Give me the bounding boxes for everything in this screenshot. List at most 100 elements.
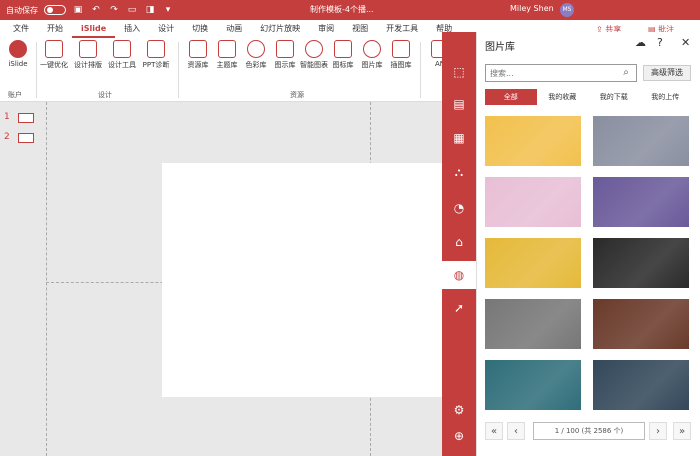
group-label-account: 账户 [8,91,22,99]
slide-number[interactable]: 2 [4,132,10,142]
design-layout-label: 设计排版 [74,61,102,69]
image-library-icon[interactable]: ◍ [442,261,476,289]
group-label-design: 设计 [98,91,112,99]
tab-review[interactable]: 审阅 [309,20,343,38]
illustration-library-label: 插图库 [390,61,412,69]
theme-icon[interactable]: ▤ [451,96,467,112]
islide-account-button[interactable]: iSlide [2,40,34,68]
tab-design[interactable]: 设计 [149,20,183,38]
tab-slideshow[interactable]: 幻灯片放映 [251,20,309,38]
tab-all[interactable]: 全部 [485,89,537,105]
tab-favorites[interactable]: 我的收藏 [537,89,589,105]
image-thumbnail[interactable] [593,360,689,410]
ribbon-separator [178,42,179,98]
first-page-button[interactable]: « [485,422,503,440]
image-thumbnail[interactable] [485,360,581,410]
slide[interactable] [162,163,462,397]
tab-view[interactable]: 视图 [343,20,377,38]
tab-islide[interactable]: iSlide [72,20,116,38]
theme-library-label: 主题库 [216,61,238,69]
color-library-icon [247,40,265,58]
image-library-button[interactable]: 图片库 [356,40,388,70]
help-icon[interactable]: ? [657,36,663,49]
islide-account-label: iSlide [8,60,28,68]
design-layout-button[interactable]: 设计排版 [72,40,104,70]
chat-icon[interactable]: ⬚ [451,64,467,80]
slide-thumbnail[interactable] [18,133,34,143]
tab-developer[interactable]: 开发工具 [377,20,427,38]
next-page-button[interactable]: › [649,422,667,440]
smart-chart-button[interactable]: 智能图表 [298,40,330,70]
image-thumbnail[interactable] [485,116,581,166]
ppt-diagnosis-label: PPT诊断 [142,61,170,69]
present-icon[interactable]: ▭ [126,5,138,15]
avatar[interactable]: MS [560,3,574,17]
image-thumbnail[interactable] [593,238,689,288]
hierarchy-icon[interactable]: ⛬ [451,164,467,180]
last-page-button[interactable]: » [673,422,691,440]
illustration-library-button[interactable]: 插图库 [385,40,417,70]
save-icon[interactable]: ▣ [72,5,84,15]
chart-icon[interactable]: ◔ [451,200,467,216]
shapes-icon[interactable]: ⌂ [451,234,467,250]
ribbon-separator [420,42,421,98]
add-icon[interactable]: ⊕ [451,428,467,444]
image-thumbnail[interactable] [485,177,581,227]
image-thumbnail[interactable] [593,116,689,166]
theme-library-button[interactable]: 主题库 [211,40,243,70]
page-indicator[interactable]: 1 / 100 (共 2586 个) [533,422,645,440]
tab-downloads[interactable]: 我的下载 [588,89,640,105]
tab-insert[interactable]: 插入 [115,20,149,38]
slide-number[interactable]: 1 [4,112,10,122]
user-name[interactable]: Miley Shen [510,4,554,13]
tab-file[interactable]: 文件 [4,20,38,38]
color-library-label: 色彩库 [245,61,267,69]
pagination: « ‹ 1 / 100 (共 2586 个) › » [485,422,695,442]
tab-transitions[interactable]: 切换 [183,20,217,38]
diagram-library-button[interactable]: 图示库 [269,40,301,70]
tab-uploads[interactable]: 我的上传 [640,89,692,105]
customize-icon[interactable]: ▾ [162,5,174,15]
design-tools-button[interactable]: 设计工具 [106,40,138,70]
one-click-optimize-button[interactable]: 一键优化 [38,40,70,70]
icon-library-button[interactable]: 图标库 [327,40,359,70]
tab-animations[interactable]: 动画 [217,20,251,38]
tools-icon [113,40,131,58]
search-icon[interactable]: ⌕ [617,65,635,81]
guide-line [46,102,47,456]
tab-home[interactable]: 开始 [38,20,72,38]
settings-icon[interactable]: ⚙ [451,402,467,418]
rocket-icon[interactable]: ➚ [451,300,467,316]
image-thumbnail[interactable] [485,238,581,288]
upload-icon[interactable]: ☁ [635,36,646,49]
case-library-button[interactable]: 资源库 [182,40,214,70]
image-thumbnail[interactable] [593,177,689,227]
ribbon: iSlide 账户 一键优化 设计排版 设计工具 PPT诊断 设计 资源库 主题… [0,38,460,102]
image-library-label: 图片库 [361,61,383,69]
shapes-icon[interactable]: ◨ [144,5,156,15]
color-library-button[interactable]: 色彩库 [240,40,272,70]
image-thumbnail[interactable] [593,299,689,349]
advanced-filter-button[interactable]: 高级筛选 [643,65,691,81]
one-click-optimize-label: 一键优化 [40,61,68,69]
search-input[interactable] [485,64,637,82]
undo-icon[interactable]: ↶ [90,5,102,15]
image-thumbnail[interactable] [485,299,581,349]
islide-sidebar: ⬚ ▤ ▦ ⛬ ◔ ⌂ ◍ ➚ ⚙ ⊕ [442,32,476,456]
smart-chart-icon [305,40,323,58]
redo-icon[interactable]: ↷ [108,5,120,15]
autosave-toggle[interactable] [44,5,66,15]
layout-icon [79,40,97,58]
ppt-diagnosis-button[interactable]: PPT诊断 [140,40,172,70]
prev-page-button[interactable]: ‹ [507,422,525,440]
panel-title: 图片库 [485,42,515,53]
diagram-icon[interactable]: ▦ [451,130,467,146]
diagram-library-label: 图示库 [274,61,296,69]
image-library-icon [363,40,381,58]
ribbon-separator [36,42,37,98]
diagram-library-icon [276,40,294,58]
close-icon[interactable]: ✕ [681,36,690,49]
case-library-label: 资源库 [187,61,209,69]
diagnosis-icon [147,40,165,58]
slide-thumbnail[interactable] [18,113,34,123]
